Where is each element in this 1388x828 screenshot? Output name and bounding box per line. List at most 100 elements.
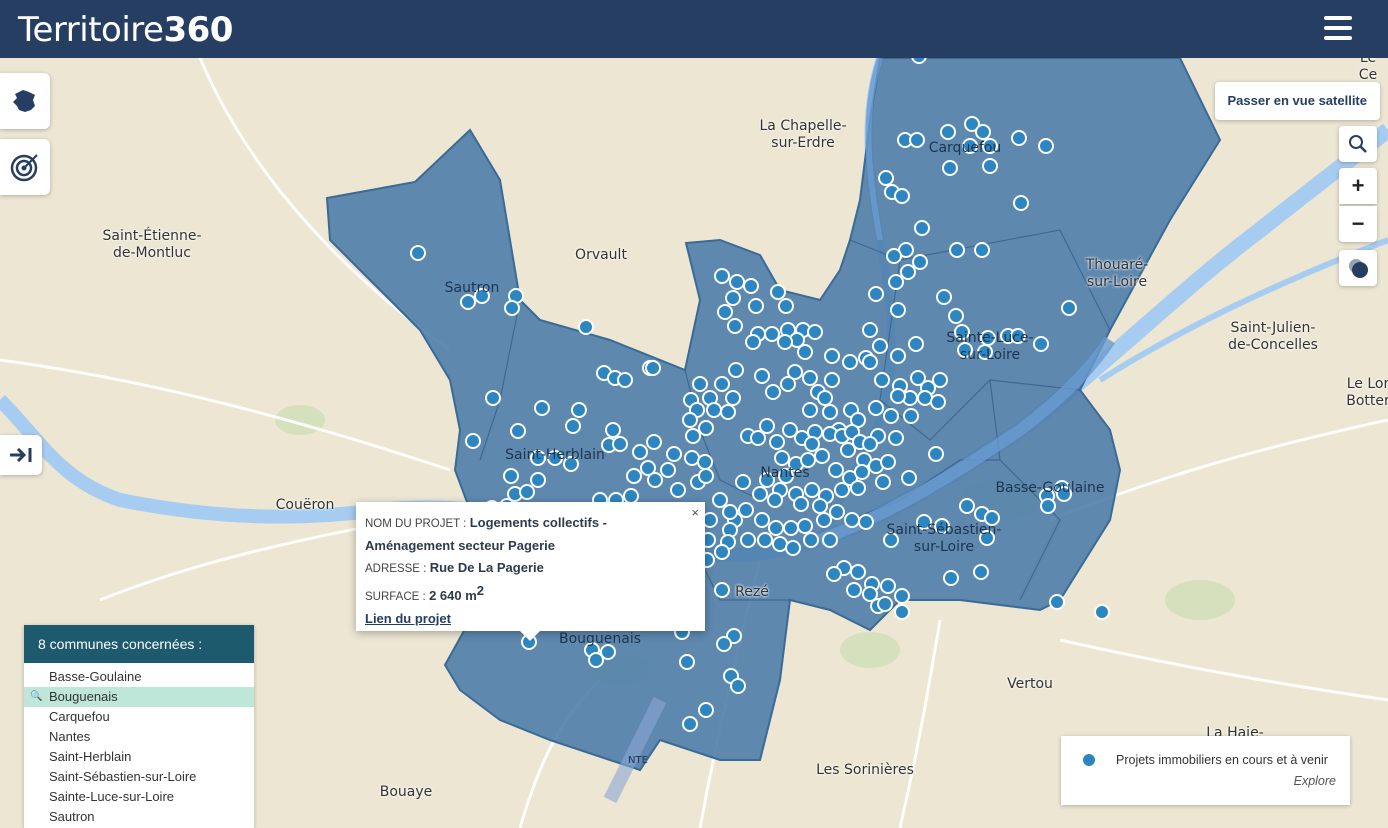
project-marker[interactable] <box>682 412 698 428</box>
project-marker[interactable] <box>510 423 526 439</box>
project-marker[interactable] <box>824 348 840 364</box>
commune-item[interactable]: 🔍 Bouguenais <box>24 687 254 707</box>
commune-item[interactable]: Saint-Sébastien-sur-Loire <box>24 767 254 787</box>
project-marker[interactable] <box>982 158 998 174</box>
project-marker[interactable] <box>692 376 708 392</box>
project-link[interactable]: Lien du projet <box>365 611 451 626</box>
project-marker[interactable] <box>623 488 639 504</box>
project-marker[interactable] <box>828 462 844 478</box>
project-marker[interactable] <box>698 468 714 484</box>
project-marker[interactable] <box>803 532 819 548</box>
project-marker[interactable] <box>757 532 773 548</box>
project-marker[interactable] <box>1094 604 1110 620</box>
project-marker[interactable] <box>777 334 793 350</box>
project-marker[interactable] <box>728 362 744 378</box>
project-marker[interactable] <box>943 570 959 586</box>
project-marker[interactable] <box>682 716 698 732</box>
target-button[interactable] <box>0 139 50 195</box>
hamburger-menu-icon[interactable] <box>1324 16 1352 40</box>
project-marker[interactable] <box>660 462 676 478</box>
project-marker[interactable] <box>940 124 956 140</box>
project-marker[interactable] <box>460 294 476 310</box>
project-marker[interactable] <box>890 348 906 364</box>
project-marker[interactable] <box>752 486 768 502</box>
project-marker[interactable] <box>684 450 700 466</box>
zoom-in-button[interactable]: + <box>1339 168 1377 204</box>
project-marker[interactable] <box>754 368 770 384</box>
project-marker[interactable] <box>626 468 642 484</box>
project-marker[interactable] <box>725 290 741 306</box>
project-marker[interactable] <box>868 286 884 302</box>
project-marker[interactable] <box>743 278 759 294</box>
project-marker[interactable] <box>875 474 891 490</box>
commune-item[interactable]: Nantes <box>24 727 254 747</box>
project-marker[interactable] <box>465 433 481 449</box>
project-marker[interactable] <box>612 436 628 452</box>
project-marker[interactable] <box>716 636 732 652</box>
project-marker[interactable] <box>814 448 830 464</box>
project-marker[interactable] <box>797 344 813 360</box>
project-marker[interactable] <box>764 326 780 342</box>
project-marker[interactable] <box>503 468 519 484</box>
project-marker[interactable] <box>1033 336 1049 352</box>
project-marker[interactable] <box>850 564 866 580</box>
legend-source-link[interactable]: Explore <box>1294 774 1336 788</box>
project-marker[interactable] <box>485 390 501 406</box>
project-marker[interactable] <box>802 370 818 386</box>
project-marker[interactable] <box>670 482 686 498</box>
project-marker[interactable] <box>932 372 948 388</box>
project-marker[interactable] <box>1013 195 1029 211</box>
project-marker[interactable] <box>774 450 790 466</box>
zoom-out-button[interactable]: − <box>1339 206 1377 242</box>
project-marker[interactable] <box>1011 130 1027 146</box>
project-marker[interactable] <box>850 480 866 496</box>
project-marker[interactable] <box>930 394 946 410</box>
project-marker[interactable] <box>720 404 736 420</box>
layer-toggle-button[interactable] <box>1339 250 1377 286</box>
satellite-view-button[interactable]: Passer en vue satellite <box>1214 82 1380 120</box>
project-marker[interactable] <box>936 289 952 305</box>
project-marker[interactable] <box>888 430 904 446</box>
project-marker[interactable] <box>565 418 581 434</box>
project-marker[interactable] <box>826 566 842 582</box>
project-marker[interactable] <box>722 504 738 520</box>
project-marker[interactable] <box>802 402 818 418</box>
project-marker[interactable] <box>714 376 730 392</box>
project-marker[interactable] <box>797 518 813 534</box>
project-marker[interactable] <box>880 454 896 470</box>
project-marker[interactable] <box>410 245 426 261</box>
project-marker[interactable] <box>804 482 820 498</box>
project-marker[interactable] <box>878 170 894 186</box>
project-marker[interactable] <box>894 604 910 620</box>
project-marker[interactable] <box>888 274 904 290</box>
project-marker[interactable] <box>858 514 874 530</box>
project-marker[interactable] <box>754 512 770 528</box>
project-marker[interactable] <box>759 418 775 434</box>
commune-item[interactable]: Saint-Herblain <box>24 747 254 767</box>
project-marker[interactable] <box>909 132 925 148</box>
project-marker[interactable] <box>903 408 919 424</box>
project-marker[interactable] <box>785 540 801 556</box>
project-marker[interactable] <box>778 298 794 314</box>
project-marker[interactable] <box>646 434 662 450</box>
project-marker[interactable] <box>973 564 989 580</box>
project-marker[interactable] <box>877 596 893 612</box>
project-marker[interactable] <box>840 442 856 458</box>
commune-item[interactable]: Basse-Goulaine <box>24 667 254 687</box>
close-icon[interactable]: × <box>691 502 699 523</box>
project-marker[interactable] <box>685 428 701 444</box>
project-marker[interactable] <box>632 444 648 460</box>
project-marker[interactable] <box>901 470 917 486</box>
project-marker[interactable] <box>793 496 809 512</box>
project-marker[interactable] <box>908 336 924 352</box>
project-marker[interactable] <box>928 446 944 462</box>
project-marker[interactable] <box>894 588 910 604</box>
project-marker[interactable] <box>765 384 781 400</box>
project-marker[interactable] <box>767 492 783 508</box>
project-marker[interactable] <box>772 536 788 552</box>
project-marker[interactable] <box>679 654 695 670</box>
project-marker[interactable] <box>697 454 713 470</box>
project-marker[interactable] <box>780 376 796 392</box>
project-marker[interactable] <box>504 300 520 316</box>
project-marker[interactable] <box>862 436 878 452</box>
